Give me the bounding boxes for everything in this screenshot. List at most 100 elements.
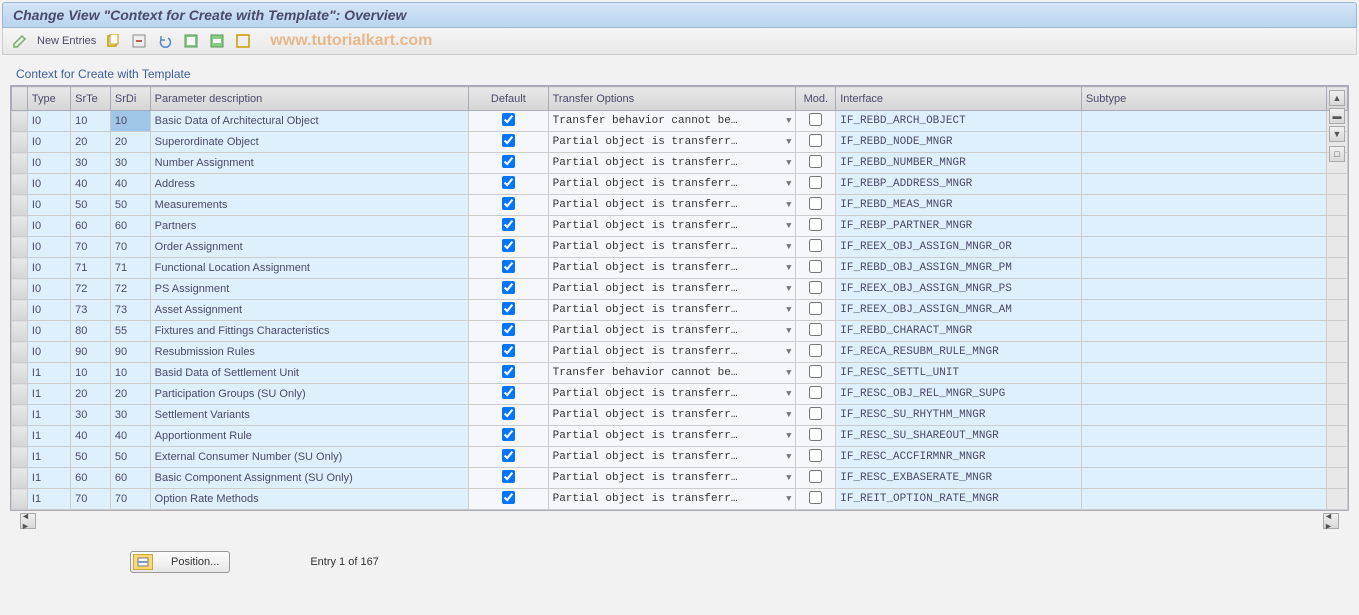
mod-checkbox[interactable] xyxy=(809,323,822,336)
cell-subtype[interactable] xyxy=(1081,195,1327,216)
cell-srte[interactable]: 30 xyxy=(71,153,111,174)
cell-interface[interactable]: IF_REBP_ADDRESS_MNGR xyxy=(836,174,1082,195)
cell-srdi[interactable]: 55 xyxy=(110,321,150,342)
chevron-down-icon[interactable]: ▼ xyxy=(786,137,791,147)
cell-srdi[interactable]: 30 xyxy=(110,405,150,426)
mod-checkbox[interactable] xyxy=(809,113,822,126)
cell-subtype[interactable] xyxy=(1081,237,1327,258)
cell-interface[interactable]: IF_REBD_MEAS_MNGR xyxy=(836,195,1082,216)
cell-transfer-options[interactable]: Transfer behavior cannot be…▼ xyxy=(548,363,796,384)
row-selector[interactable] xyxy=(12,384,28,405)
cell-subtype[interactable] xyxy=(1081,153,1327,174)
cell-srdi[interactable]: 20 xyxy=(110,132,150,153)
cell-interface[interactable]: IF_RESC_ACCFIRMNR_MNGR xyxy=(836,447,1082,468)
row-selector[interactable] xyxy=(12,111,28,132)
cell-transfer-options[interactable]: Partial object is transferr…▼ xyxy=(548,174,796,195)
cell-transfer-options[interactable]: Partial object is transferr…▼ xyxy=(548,132,796,153)
cell-type[interactable]: I0 xyxy=(27,237,70,258)
row-selector[interactable] xyxy=(12,195,28,216)
chevron-down-icon[interactable]: ▼ xyxy=(786,158,791,168)
cell-interface[interactable]: IF_REEX_OBJ_ASSIGN_MNGR_OR xyxy=(836,237,1082,258)
cell-subtype[interactable] xyxy=(1081,132,1327,153)
cell-transfer-options[interactable]: Partial object is transferr…▼ xyxy=(548,216,796,237)
chevron-down-icon[interactable]: ▼ xyxy=(786,368,791,378)
cell-srdi[interactable]: 73 xyxy=(110,300,150,321)
mod-checkbox[interactable] xyxy=(809,428,822,441)
default-checkbox[interactable] xyxy=(502,302,515,315)
cell-interface[interactable]: IF_RESC_EXBASERATE_MNGR xyxy=(836,468,1082,489)
column-header-interface[interactable]: Interface xyxy=(836,87,1082,111)
row-selector[interactable] xyxy=(12,279,28,300)
delete-icon[interactable] xyxy=(130,32,148,50)
row-selector[interactable] xyxy=(12,174,28,195)
mod-checkbox[interactable] xyxy=(809,365,822,378)
chevron-down-icon[interactable]: ▼ xyxy=(786,473,791,483)
undo-icon[interactable] xyxy=(156,32,174,50)
cell-param-description[interactable]: Functional Location Assignment xyxy=(150,258,468,279)
default-checkbox[interactable] xyxy=(502,470,515,483)
cell-srdi[interactable]: 71 xyxy=(110,258,150,279)
chevron-down-icon[interactable]: ▼ xyxy=(786,200,791,210)
row-selector[interactable] xyxy=(12,426,28,447)
row-selector[interactable] xyxy=(12,447,28,468)
cell-srte[interactable]: 10 xyxy=(71,111,111,132)
cell-type[interactable]: I1 xyxy=(27,447,70,468)
row-selector[interactable] xyxy=(12,405,28,426)
cell-srte[interactable]: 20 xyxy=(71,384,111,405)
cell-transfer-options[interactable]: Partial object is transferr…▼ xyxy=(548,279,796,300)
cell-transfer-options[interactable]: Partial object is transferr…▼ xyxy=(548,321,796,342)
cell-transfer-options[interactable]: Partial object is transferr…▼ xyxy=(548,300,796,321)
cell-subtype[interactable] xyxy=(1081,111,1327,132)
chevron-down-icon[interactable]: ▼ xyxy=(786,221,791,231)
scroll-down-button[interactable]: ▼ xyxy=(1329,126,1345,142)
cell-transfer-options[interactable]: Partial object is transferr…▼ xyxy=(548,468,796,489)
copy-icon[interactable] xyxy=(104,32,122,50)
chevron-down-icon[interactable]: ▼ xyxy=(786,242,791,252)
mod-checkbox[interactable] xyxy=(809,218,822,231)
mod-checkbox[interactable] xyxy=(809,239,822,252)
cell-transfer-options[interactable]: Partial object is transferr…▼ xyxy=(548,153,796,174)
cell-srdi[interactable]: 50 xyxy=(110,195,150,216)
cell-srdi[interactable]: 20 xyxy=(110,384,150,405)
default-checkbox[interactable] xyxy=(502,344,515,357)
cell-type[interactable]: I0 xyxy=(27,342,70,363)
cell-type[interactable]: I0 xyxy=(27,111,70,132)
row-selector[interactable] xyxy=(12,258,28,279)
cell-param-description[interactable]: Superordinate Object xyxy=(150,132,468,153)
mod-checkbox[interactable] xyxy=(809,281,822,294)
cell-type[interactable]: I0 xyxy=(27,195,70,216)
cell-transfer-options[interactable]: Partial object is transferr…▼ xyxy=(548,447,796,468)
cell-transfer-options[interactable]: Partial object is transferr…▼ xyxy=(548,405,796,426)
cell-interface[interactable]: IF_REBD_OBJ_ASSIGN_MNGR_PM xyxy=(836,258,1082,279)
cell-type[interactable]: I1 xyxy=(27,489,70,510)
row-selector[interactable] xyxy=(12,237,28,258)
cell-param-description[interactable]: Basic Component Assignment (SU Only) xyxy=(150,468,468,489)
chevron-down-icon[interactable]: ▼ xyxy=(786,389,791,399)
row-selector[interactable] xyxy=(12,363,28,384)
cell-interface[interactable]: IF_REBP_PARTNER_MNGR xyxy=(836,216,1082,237)
chevron-down-icon[interactable]: ▼ xyxy=(786,284,791,294)
cell-srdi[interactable]: 60 xyxy=(110,216,150,237)
cell-srdi[interactable]: 72 xyxy=(110,279,150,300)
cell-srte[interactable]: 40 xyxy=(71,174,111,195)
cell-transfer-options[interactable]: Partial object is transferr…▼ xyxy=(548,426,796,447)
chevron-down-icon[interactable]: ▼ xyxy=(786,410,791,420)
cell-interface[interactable]: IF_REBD_CHARACT_MNGR xyxy=(836,321,1082,342)
column-header-subtype[interactable]: Subtype xyxy=(1081,87,1327,111)
cell-srdi[interactable]: 40 xyxy=(110,174,150,195)
cell-srte[interactable]: 70 xyxy=(71,237,111,258)
cell-interface[interactable]: IF_RESC_SU_RHYTHM_MNGR xyxy=(836,405,1082,426)
cell-subtype[interactable] xyxy=(1081,321,1327,342)
mod-checkbox[interactable] xyxy=(809,155,822,168)
column-header-mod[interactable]: Mod. xyxy=(796,87,836,111)
row-selector[interactable] xyxy=(12,321,28,342)
chevron-down-icon[interactable]: ▼ xyxy=(786,305,791,315)
cell-srte[interactable]: 50 xyxy=(71,195,111,216)
cell-subtype[interactable] xyxy=(1081,468,1327,489)
column-header-srdi[interactable]: SrDi xyxy=(110,87,150,111)
deselect-all-icon[interactable] xyxy=(234,32,252,50)
mod-checkbox[interactable] xyxy=(809,344,822,357)
default-checkbox[interactable] xyxy=(502,134,515,147)
cell-srdi[interactable]: 90 xyxy=(110,342,150,363)
chevron-down-icon[interactable]: ▼ xyxy=(786,347,791,357)
